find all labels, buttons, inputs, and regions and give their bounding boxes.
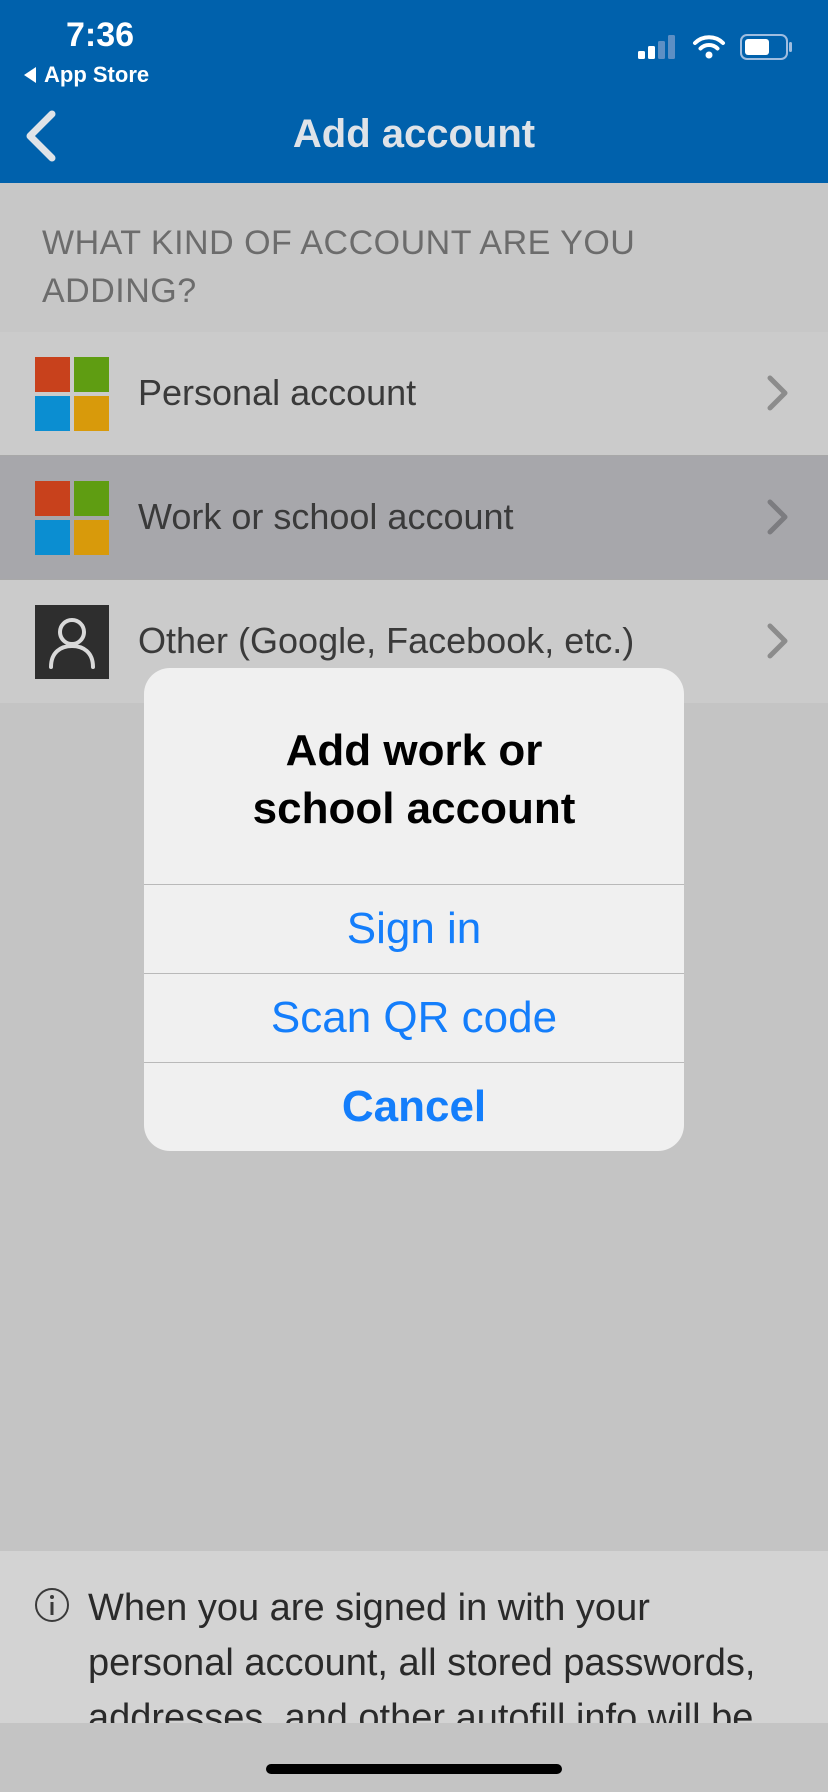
personal-account-row[interactable]: Personal account: [0, 332, 828, 456]
top-header: 7:36 App Store Add account: [0, 0, 828, 183]
work-school-account-row[interactable]: Work or school account: [0, 456, 828, 580]
chevron-right-icon: [767, 623, 788, 659]
scan-qr-code-button[interactable]: Scan QR code: [144, 973, 684, 1062]
back-to-app-store[interactable]: App Store: [24, 62, 149, 88]
status-time: 7:36: [66, 16, 135, 54]
wifi-icon: [693, 35, 725, 59]
page-title: Add account: [292, 112, 536, 156]
status-icons: [638, 34, 794, 60]
home-indicator[interactable]: [266, 1764, 562, 1774]
battery-icon: [740, 34, 792, 60]
section-header: WHAT KIND OF ACCOUNT ARE YOU ADDING?: [0, 183, 828, 333]
sign-in-button[interactable]: Sign in: [144, 884, 684, 973]
bottom-area: [0, 1723, 828, 1792]
section-header-label: WHAT KIND OF ACCOUNT ARE YOU ADDING?: [42, 224, 636, 310]
back-app-label: App Store: [44, 62, 150, 87]
info-icon: [35, 1588, 69, 1622]
dialog-title: Add work or school account: [144, 722, 684, 838]
microsoft-logo-icon: [35, 481, 109, 555]
dialog-title-text: Add work or school account: [252, 726, 576, 833]
info-footer: When you are signed in with your persona…: [0, 1551, 828, 1723]
info-text: When you are signed in with your persona…: [88, 1587, 756, 1723]
signal-icon: [638, 35, 675, 59]
chevron-right-icon: [767, 375, 788, 411]
back-triangle-icon: [24, 67, 36, 83]
other-account-label: Other (Google, Facebook, etc.): [138, 620, 635, 661]
chevron-right-icon: [767, 499, 788, 535]
personal-account-label: Personal account: [138, 372, 417, 413]
cancel-button[interactable]: Cancel: [144, 1062, 684, 1151]
work-school-account-label: Work or school account: [138, 496, 514, 537]
person-icon: [35, 605, 109, 679]
microsoft-logo-icon: [35, 357, 109, 431]
add-account-dialog: Add work or school account Sign in Scan …: [144, 668, 684, 1151]
